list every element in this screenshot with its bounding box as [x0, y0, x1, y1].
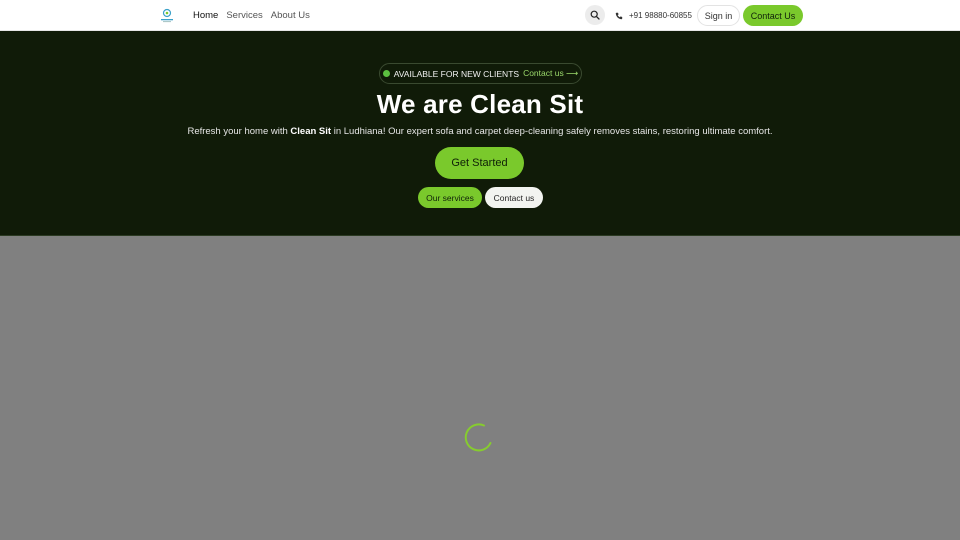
hero-title: We are Clean Sit — [376, 89, 584, 119]
subtitle-suffix: in Ludhiana! Our expert sofa and carpet … — [331, 126, 773, 137]
hero-section: AVAILABLE FOR NEW CLIENTS Contact us ⟶ W… — [0, 31, 960, 236]
phone-link[interactable]: +91 98880-60855 — [615, 0, 692, 31]
nav-services[interactable]: Services — [226, 10, 262, 21]
phone-icon — [615, 12, 623, 19]
loading-spinner-icon — [464, 423, 492, 452]
subtitle-brand: Clean Sit — [290, 126, 332, 137]
contact-us-button[interactable]: Contact Us — [743, 5, 803, 26]
nav-home[interactable]: Home — [193, 10, 218, 21]
status-dot-icon — [382, 70, 390, 77]
hero-contact-button[interactable]: Contact us — [485, 187, 543, 208]
availability-badge: AVAILABLE FOR NEW CLIENTS Contact us ⟶ — [379, 63, 582, 84]
sign-in-button[interactable]: Sign in — [697, 5, 740, 26]
loading-area — [0, 237, 960, 540]
availability-text: AVAILABLE FOR NEW CLIENTS — [393, 68, 520, 79]
search-button[interactable] — [585, 5, 605, 25]
main-nav: Home Services About Us — [193, 0, 310, 31]
our-services-button[interactable]: Our services — [418, 187, 482, 208]
subtitle-prefix: Refresh your home with — [187, 126, 291, 137]
top-header: Home Services About Us +91 98880-60855 S… — [0, 0, 960, 31]
hero-subtitle: Refresh your home with Clean Sit in Ludh… — [0, 126, 960, 137]
badge-contact-link[interactable]: Contact us ⟶ — [523, 68, 578, 79]
logo-icon[interactable] — [159, 8, 175, 23]
search-icon — [590, 10, 600, 20]
nav-about-us[interactable]: About Us — [271, 10, 310, 21]
phone-number: +91 98880-60855 — [629, 11, 692, 20]
get-started-button[interactable]: Get Started — [435, 147, 524, 179]
